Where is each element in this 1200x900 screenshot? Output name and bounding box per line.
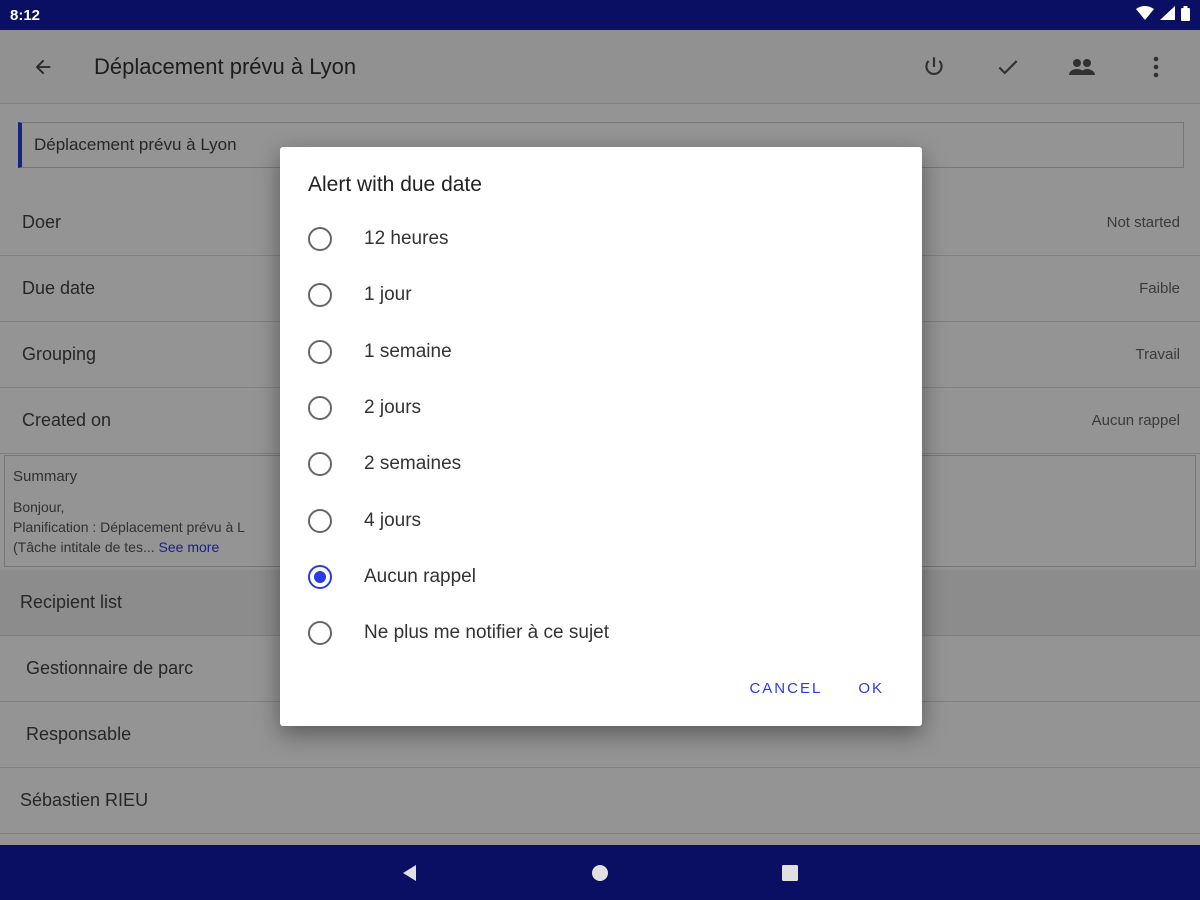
ok-button[interactable]: OK: [858, 680, 884, 697]
option-1-semaine[interactable]: 1 semaine: [280, 324, 922, 380]
radio-button[interactable]: [308, 396, 332, 421]
option-label: 2 jours: [364, 397, 422, 419]
option-label: 1 jour: [364, 284, 412, 306]
signal-icon: [1160, 6, 1175, 24]
nav-recents-icon[interactable]: [770, 853, 810, 893]
status-bar: 8:12: [0, 0, 1200, 30]
alert-dialog: Alert with due date 12 heures 1 jour 1 s…: [280, 147, 922, 726]
nav-home-icon[interactable]: [580, 853, 620, 893]
radio-button[interactable]: [308, 339, 332, 364]
option-12-heures[interactable]: 12 heures: [280, 211, 922, 267]
option-label: Aucun rappel: [364, 565, 476, 587]
option-1-jour[interactable]: 1 jour: [280, 267, 922, 323]
wifi-icon: [1136, 6, 1154, 24]
option-label: Ne plus me notifier à ce sujet: [364, 622, 610, 644]
radio-button[interactable]: [308, 452, 332, 477]
option-4-jours[interactable]: 4 jours: [280, 492, 922, 548]
radio-button[interactable]: [308, 283, 332, 308]
cancel-button[interactable]: CANCEL: [749, 680, 822, 697]
dialog-title: Alert with due date: [308, 173, 482, 196]
dialog-actions: CANCEL OK: [749, 680, 884, 697]
status-icons: [1136, 5, 1190, 25]
radio-button-selected[interactable]: [308, 564, 332, 589]
option-2-jours[interactable]: 2 jours: [280, 380, 922, 436]
option-2-semaines[interactable]: 2 semaines: [280, 436, 922, 492]
option-label: 2 semaines: [364, 453, 462, 475]
option-label: 12 heures: [364, 228, 449, 250]
option-label: 4 jours: [364, 509, 422, 531]
alert-options: 12 heures 1 jour 1 semaine 2 jours 2 sem…: [280, 211, 922, 661]
navigation-bar: [0, 845, 1200, 900]
radio-button[interactable]: [308, 508, 332, 533]
radio-button[interactable]: [308, 227, 332, 252]
nav-back-icon[interactable]: [390, 853, 430, 893]
option-ne-plus-notifier[interactable]: Ne plus me notifier à ce sujet: [280, 605, 922, 661]
battery-icon: [1181, 5, 1190, 25]
radio-button[interactable]: [308, 621, 332, 646]
status-time: 8:12: [10, 6, 41, 24]
option-aucun-rappel[interactable]: Aucun rappel: [280, 549, 922, 605]
option-label: 1 semaine: [364, 340, 452, 362]
